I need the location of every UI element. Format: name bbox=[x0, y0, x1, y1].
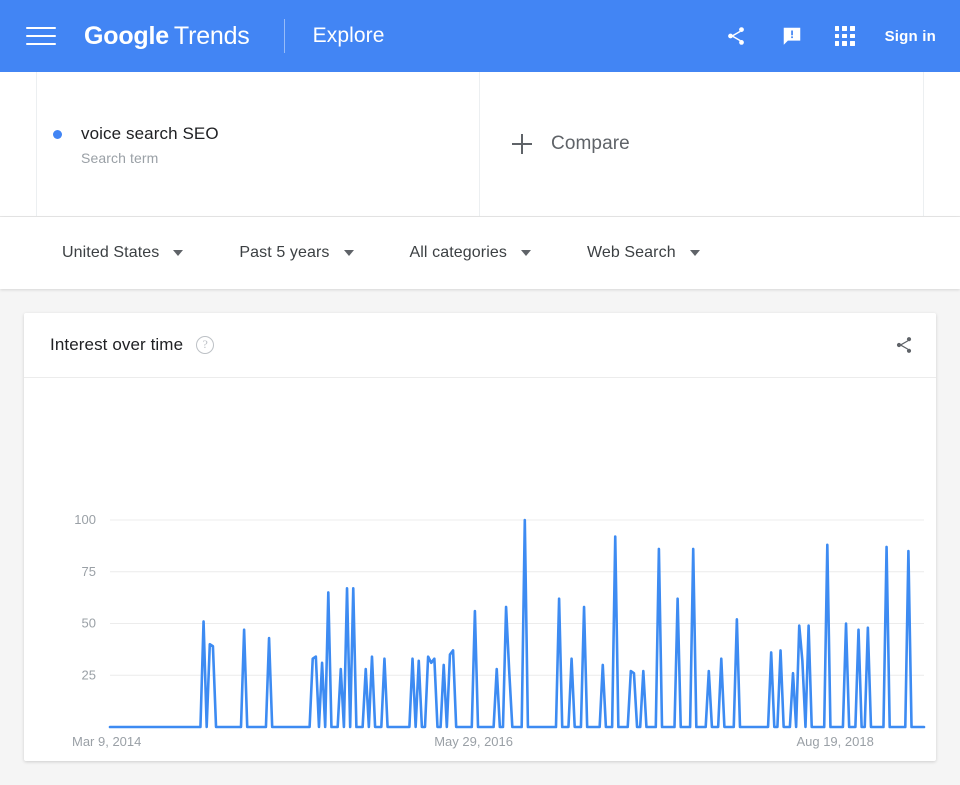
svg-text:50: 50 bbox=[82, 616, 96, 631]
svg-text:Mar 9, 2014: Mar 9, 2014 bbox=[72, 734, 141, 749]
plus-icon bbox=[512, 134, 532, 154]
search-term-content: voice search SEO Search term bbox=[53, 122, 219, 166]
brand-google-text: Google bbox=[84, 21, 169, 50]
search-term-chip[interactable]: voice search SEO Search term bbox=[36, 72, 480, 216]
time-range-filter[interactable]: Past 5 years bbox=[239, 244, 354, 262]
explore-nav-item[interactable]: Explore bbox=[313, 24, 385, 48]
help-circle-icon[interactable]: ? bbox=[196, 336, 215, 354]
card-header: Interest over time ? bbox=[24, 313, 936, 378]
category-filter-label: All categories bbox=[409, 244, 507, 261]
interest-over-time-section: Interest over time ? 100 75 50 25 Mar 9, 20… bbox=[0, 289, 960, 761]
chevron-down-icon bbox=[343, 250, 354, 256]
hamburger-menu-icon[interactable] bbox=[26, 25, 56, 47]
search-terms-row: voice search SEO Search term Compare bbox=[0, 72, 960, 217]
filter-bar: United States Past 5 years All categorie… bbox=[0, 217, 960, 289]
search-term-text-block: voice search SEO Search term bbox=[81, 122, 219, 166]
interest-over-time-chart[interactable]: 100 75 50 25 Mar 9, 2014 May 29, 2016 Aug 19,… bbox=[24, 378, 936, 761]
svg-text:100: 100 bbox=[74, 512, 96, 527]
search-term-label: voice search SEO bbox=[81, 124, 219, 143]
time-range-filter-label: Past 5 years bbox=[239, 244, 330, 261]
chart-y-axis-labels: 100 75 50 25 bbox=[74, 512, 96, 682]
share-icon[interactable] bbox=[723, 23, 749, 49]
location-filter[interactable]: United States bbox=[62, 244, 184, 262]
header-actions: Sign in bbox=[723, 23, 936, 49]
google-trends-logo[interactable]: Google Trends bbox=[84, 22, 250, 51]
chart-x-axis-labels: Mar 9, 2014 May 29, 2016 Aug 19, 2018 bbox=[72, 734, 874, 749]
app-header: Google Trends Explore Sign in bbox=[0, 0, 960, 72]
svg-text:Aug 19, 2018: Aug 19, 2018 bbox=[796, 734, 873, 749]
location-filter-label: United States bbox=[62, 244, 160, 261]
chevron-down-icon bbox=[520, 250, 531, 256]
compare-button[interactable]: Compare bbox=[480, 72, 924, 216]
svg-text:25: 25 bbox=[82, 667, 96, 682]
apps-grid-icon[interactable] bbox=[834, 26, 855, 46]
svg-text:May 29, 2016: May 29, 2016 bbox=[434, 734, 513, 749]
sign-in-button[interactable]: Sign in bbox=[885, 28, 936, 45]
search-term-type-label: Search term bbox=[81, 150, 159, 166]
search-type-filter[interactable]: Web Search bbox=[587, 244, 700, 262]
chevron-down-icon bbox=[689, 250, 700, 256]
search-type-filter-label: Web Search bbox=[586, 244, 676, 261]
chevron-down-icon bbox=[173, 250, 184, 256]
compare-label: Compare bbox=[551, 133, 630, 154]
card-title: Interest over time bbox=[50, 335, 184, 354]
feedback-icon[interactable] bbox=[779, 23, 805, 49]
svg-text:75: 75 bbox=[82, 564, 96, 579]
share-icon[interactable] bbox=[894, 335, 914, 355]
category-filter[interactable]: All categories bbox=[410, 244, 531, 262]
interest-over-time-card: Interest over time ? 100 75 50 25 Mar 9, 20… bbox=[24, 313, 936, 761]
brand-trends-text: Trends bbox=[173, 21, 250, 50]
chart-area[interactable]: 100 75 50 25 Mar 9, 2014 May 29, 2016 Aug 19,… bbox=[24, 378, 936, 761]
header-divider bbox=[283, 19, 285, 53]
series-color-dot bbox=[53, 130, 62, 139]
